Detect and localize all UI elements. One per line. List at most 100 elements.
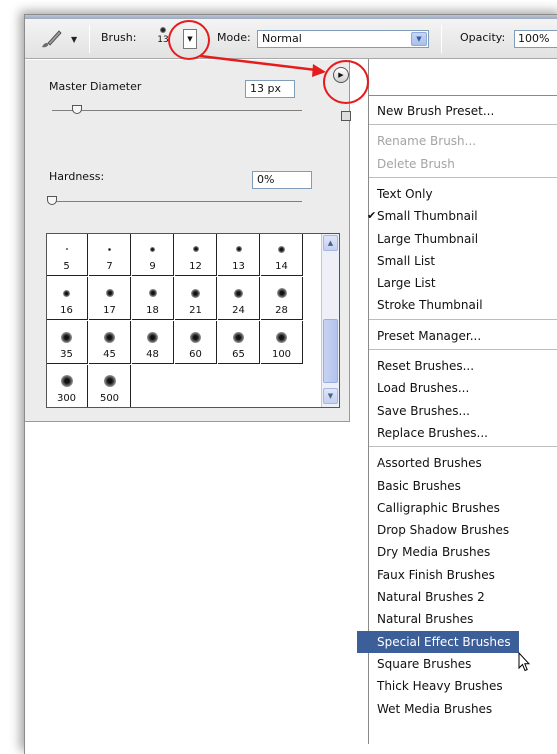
menu-item-natural-brushes-2[interactable]: Natural Brushes 2 <box>369 586 557 608</box>
brush-preset-size: 14 <box>275 261 288 272</box>
menu-item-label: Delete Brush <box>377 156 455 171</box>
menu-item-label: Square Brushes <box>377 656 472 671</box>
brush-preset-size: 7 <box>106 261 113 272</box>
brush-preset-cell[interactable]: 500 <box>89 365 131 407</box>
opacity-field[interactable]: 100% <box>514 30 557 48</box>
brush-preset-cell[interactable]: 65 <box>218 321 260 364</box>
save-preset-icon[interactable] <box>341 111 351 121</box>
menu-item-label: Reset Brushes... <box>377 359 475 373</box>
menu-item-load-brushes[interactable]: Load Brushes... <box>369 377 557 399</box>
menu-item-small-list[interactable]: Small List <box>369 250 557 272</box>
brush-preset-size: 24 <box>232 305 245 316</box>
brush-tip-icon <box>61 331 72 343</box>
brush-preset-size: 28 <box>275 305 288 316</box>
options-bar: ▼ Brush: 13 ▼ Mode: Normal ▼ Opacity: 10… <box>25 19 557 59</box>
brush-preset-cell[interactable]: 17 <box>89 277 131 320</box>
brush-picker-panel: Master Diameter 13 px ▶ Hardness: 0% ▲ ▼… <box>25 60 351 422</box>
menu-item-label: Faux Finish Brushes <box>377 567 495 582</box>
menu-item-label: Text Only <box>377 186 433 201</box>
menu-item-rename-brush: Rename Brush... <box>369 130 557 152</box>
menu-separator <box>369 124 557 126</box>
brush-preset-size: 100 <box>271 349 292 360</box>
brush-preset-cell[interactable]: 60 <box>175 321 217 364</box>
menu-item-label: Thick Heavy Brushes <box>377 679 503 694</box>
menu-item-thick-heavy-brushes[interactable]: Thick Heavy Brushes <box>369 675 557 697</box>
brush-tip-icon <box>148 289 157 297</box>
menu-item-label: Natural Brushes <box>377 612 474 627</box>
master-diameter-slider-thumb[interactable] <box>72 105 82 114</box>
brush-tip-icon <box>63 289 70 297</box>
menu-item-faux-finish-brushes[interactable]: Faux Finish Brushes <box>369 564 557 586</box>
menu-item-basic-brushes[interactable]: Basic Brushes <box>369 475 557 497</box>
brush-tip-icon <box>191 288 200 298</box>
brush-preset-cell[interactable]: 24 <box>218 277 260 320</box>
brush-preset-cell[interactable]: 9 <box>132 234 174 276</box>
scroll-up-icon[interactable]: ▲ <box>323 235 338 251</box>
preset-scrollbar[interactable]: ▲ ▼ <box>321 234 339 407</box>
menu-item-text-only[interactable]: Text Only <box>369 183 557 205</box>
hardness-track <box>52 201 302 202</box>
brush-preset-cell[interactable]: 48 <box>132 321 174 364</box>
brush-preset-size: 45 <box>103 349 116 360</box>
toolbar-separator <box>441 25 442 53</box>
menu-item-wet-media-brushes[interactable]: Wet Media Brushes <box>369 698 557 720</box>
master-diameter-field[interactable]: 13 px <box>245 80 295 98</box>
scroll-thumb[interactable] <box>323 319 338 383</box>
menu-separator <box>369 176 557 178</box>
menu-item-large-list[interactable]: Large List <box>369 272 557 294</box>
menu-item-label: Dry Media Brushes <box>377 545 491 560</box>
brush-preset-cell[interactable]: 21 <box>175 277 217 320</box>
brush-tip-icon <box>108 247 111 251</box>
brush-tip-icon <box>192 246 199 252</box>
brush-preset-cell[interactable]: 28 <box>261 277 303 320</box>
brush-tip-icon <box>160 27 166 33</box>
brush-preset-cell[interactable]: 45 <box>89 321 131 364</box>
brush-preset-size: 9 <box>149 261 156 272</box>
brush-preset-size: 18 <box>146 305 159 316</box>
brush-preset-cell[interactable]: 16 <box>47 277 88 320</box>
hardness-slider-thumb[interactable] <box>47 196 57 205</box>
menu-item-reset-brushes[interactable]: Reset Brushes... <box>369 355 557 377</box>
menu-item-new-brush-preset[interactable]: New Brush Preset... <box>369 100 557 122</box>
menu-item-large-thumbnail[interactable]: Large Thumbnail <box>369 228 557 250</box>
hardness-field[interactable]: 0% <box>252 171 312 189</box>
brush-preset-cell[interactable]: 14 <box>261 234 303 276</box>
brush-preset-cell[interactable]: 5 <box>47 234 88 276</box>
menu-item-natural-brushes[interactable]: Natural Brushes <box>369 608 557 630</box>
brush-preset-cell[interactable]: 18 <box>132 277 174 320</box>
tool-preset-dropdown-icon[interactable]: ▼ <box>71 35 77 44</box>
menu-item-calligraphic-brushes[interactable]: Calligraphic Brushes <box>369 497 557 519</box>
brush-preset-cell[interactable]: 100 <box>261 321 303 364</box>
brush-preset-size: 13 <box>232 261 245 272</box>
menu-item-dry-media-brushes[interactable]: Dry Media Brushes <box>369 541 557 563</box>
chevron-down-icon[interactable]: ▼ <box>411 32 427 46</box>
brush-preset-cell[interactable]: 13 <box>218 234 260 276</box>
menu-item-assorted-brushes[interactable]: Assorted Brushes <box>369 452 557 474</box>
brush-preset-cell[interactable]: 35 <box>47 321 88 364</box>
brush-tool-icon[interactable] <box>39 28 63 50</box>
checkmark-icon: ✔ <box>367 209 377 223</box>
brush-tip-icon <box>60 375 73 387</box>
scroll-down-icon[interactable]: ▼ <box>323 388 338 404</box>
menu-header-area <box>368 59 557 96</box>
menu-item-drop-shadow-brushes[interactable]: Drop Shadow Brushes <box>369 519 557 541</box>
menu-item-stroke-thumbnail[interactable]: Stroke Thumbnail <box>369 294 557 316</box>
mouse-cursor-icon <box>518 652 530 672</box>
menu-item-replace-brushes[interactable]: Replace Brushes... <box>369 422 557 444</box>
brush-preset-grid: ▲ ▼ 5 7 9 12 13 14 16 17 18 21 24 28 35 45 48 60 65 100 30… <box>46 233 340 408</box>
menu-item-label: Rename Brush... <box>377 134 477 149</box>
menu-separator <box>369 446 557 448</box>
brush-preset-cell[interactable]: 12 <box>175 234 217 276</box>
menu-item-save-brushes[interactable]: Save Brushes... <box>369 400 557 422</box>
brush-preset-size: 60 <box>189 349 202 360</box>
menu-item-preset-manager[interactable]: Preset Manager... <box>369 325 557 347</box>
brush-preset-cell[interactable]: 7 <box>89 234 131 276</box>
menu-item-small-thumbnail[interactable]: ✔ Small Thumbnail <box>367 205 557 227</box>
brush-label: Brush: <box>101 31 137 44</box>
menu-item-special-effect-brushes[interactable]: Special Effect Brushes <box>357 630 519 653</box>
mode-select[interactable]: Normal ▼ <box>257 30 429 48</box>
menu-item-label: Load Brushes... <box>377 381 470 396</box>
brush-preset-size: 12 <box>189 261 202 272</box>
brush-preset-cell[interactable]: 300 <box>47 365 88 407</box>
brush-preset-size: 500 <box>99 393 120 404</box>
